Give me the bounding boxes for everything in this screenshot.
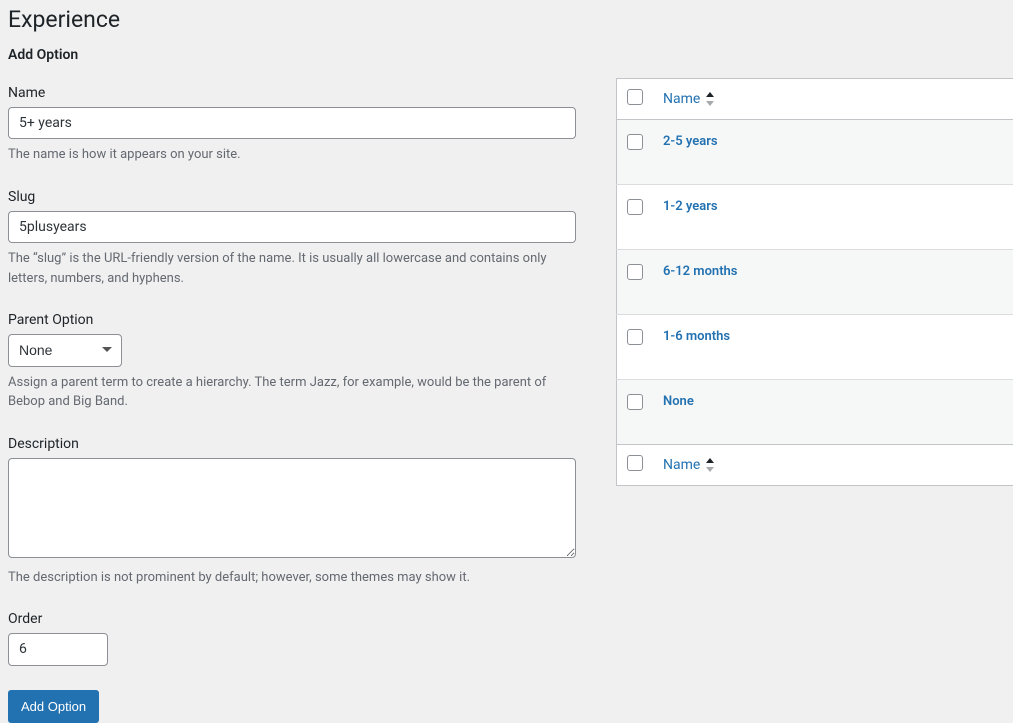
row-checkbox[interactable]	[627, 199, 643, 215]
sort-arrows-icon	[706, 92, 714, 106]
row-name-cell: 1-6 months	[653, 315, 1013, 380]
row-check-cell	[617, 250, 654, 315]
name-sort[interactable]: Name	[663, 91, 714, 107]
slug-label: Slug	[8, 189, 576, 205]
table-row: None	[617, 380, 1013, 445]
select-all-checkbox-top[interactable]	[627, 89, 643, 105]
field-order: Order	[8, 611, 576, 665]
field-description: Description The description is not promi…	[8, 436, 576, 588]
row-name-cell: 6-12 months	[653, 250, 1013, 315]
select-all-checkbox-bottom[interactable]	[627, 455, 643, 471]
table-row: 1-6 months	[617, 315, 1013, 380]
row-name-cell: None	[653, 380, 1013, 445]
name-column-label-footer: Name	[663, 457, 700, 473]
name-column-header: Name	[653, 79, 1013, 120]
row-name-link[interactable]: None	[663, 394, 694, 409]
slug-input[interactable]	[8, 211, 576, 243]
add-option-button[interactable]: Add Option	[8, 690, 99, 723]
name-input[interactable]	[8, 107, 576, 139]
field-slug: Slug The “slug” is the URL-friendly vers…	[8, 189, 576, 288]
field-parent: Parent Option None Assign a parent term …	[8, 312, 576, 411]
row-check-cell	[617, 120, 654, 185]
field-name: Name The name is how it appears on your …	[8, 85, 576, 165]
row-name-link[interactable]: 2-5 years	[663, 134, 718, 149]
description-label: Description	[8, 436, 576, 452]
name-column-label: Name	[663, 91, 700, 107]
slug-help: The “slug” is the URL-friendly version o…	[8, 249, 576, 288]
row-check-cell	[617, 185, 654, 250]
parent-select[interactable]: None	[8, 334, 122, 366]
row-name-link[interactable]: 1-6 months	[663, 329, 730, 344]
page-title: Experience	[8, 6, 576, 33]
table-row: 2-5 years	[617, 120, 1013, 185]
parent-help: Assign a parent term to create a hierarc…	[8, 373, 576, 412]
description-help: The description is not prominent by defa…	[8, 568, 576, 588]
description-textarea[interactable]	[8, 458, 576, 558]
row-name-link[interactable]: 1-2 years	[663, 199, 718, 214]
table-row: 1-2 years	[617, 185, 1013, 250]
table-row: 6-12 months	[617, 250, 1013, 315]
sort-arrows-icon	[706, 458, 714, 472]
parent-label: Parent Option	[8, 312, 576, 328]
row-checkbox[interactable]	[627, 329, 643, 345]
name-label: Name	[8, 85, 576, 101]
row-checkbox[interactable]	[627, 394, 643, 410]
name-help: The name is how it appears on your site.	[8, 145, 576, 165]
select-all-footer	[617, 445, 654, 486]
order-input[interactable]	[8, 633, 108, 665]
name-column-footer: Name	[653, 445, 1013, 486]
row-name-link[interactable]: 6-12 months	[663, 264, 738, 279]
row-name-cell: 1-2 years	[653, 185, 1013, 250]
order-label: Order	[8, 611, 576, 627]
row-check-cell	[617, 315, 654, 380]
row-checkbox[interactable]	[627, 134, 643, 150]
name-sort-footer[interactable]: Name	[663, 457, 714, 473]
row-name-cell: 2-5 years	[653, 120, 1013, 185]
options-table: Name 2-5 years 1-2 years 6-12 months 1-6 mo…	[616, 78, 1013, 486]
section-heading-add-option: Add Option	[8, 47, 576, 63]
row-checkbox[interactable]	[627, 264, 643, 280]
select-all-header	[617, 79, 654, 120]
row-check-cell	[617, 380, 654, 445]
